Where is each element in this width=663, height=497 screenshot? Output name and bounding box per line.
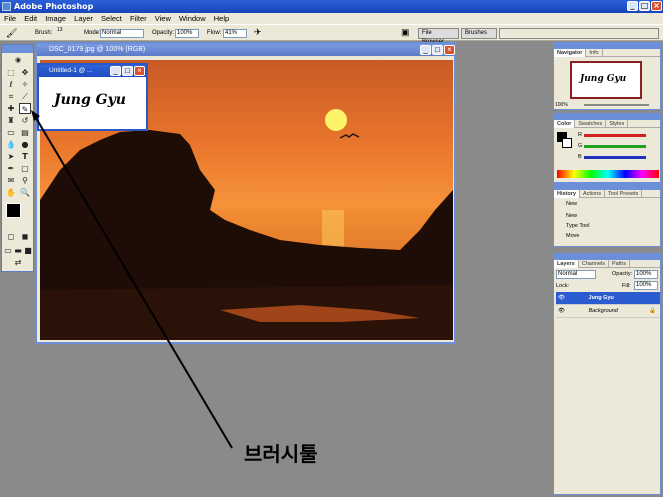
brush-tool-annotation: 브러시툴 — [244, 442, 318, 466]
arrow-line — [35, 117, 233, 449]
arrow-head — [31, 110, 40, 121]
annotation-arrow — [31, 110, 233, 449]
